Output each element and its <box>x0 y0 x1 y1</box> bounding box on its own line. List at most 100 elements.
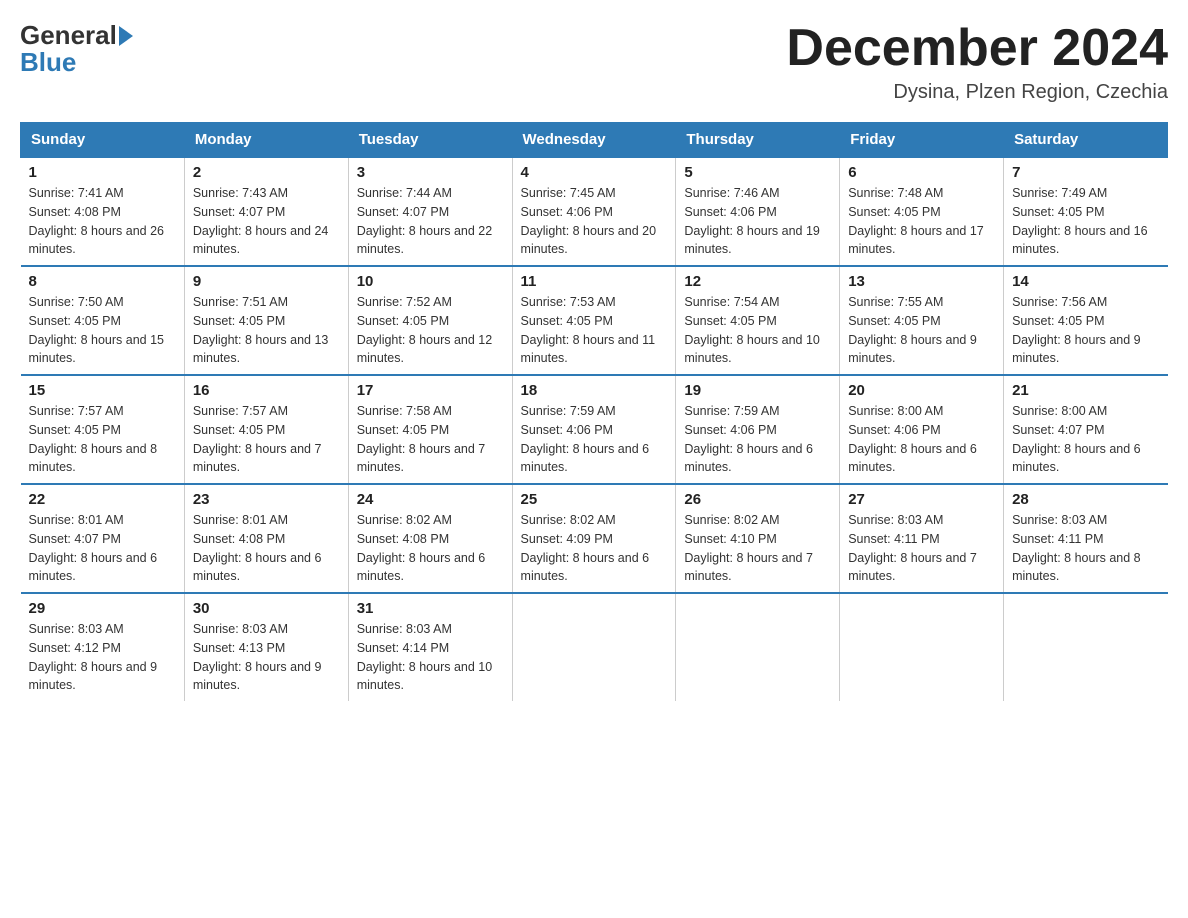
day-number: 16 <box>193 382 340 399</box>
day-number: 26 <box>684 491 831 508</box>
calendar-week-4: 22 Sunrise: 8:01 AMSunset: 4:07 PMDaylig… <box>21 484 1168 593</box>
day-info: Sunrise: 8:01 AMSunset: 4:08 PMDaylight:… <box>193 513 322 583</box>
day-info: Sunrise: 8:02 AMSunset: 4:10 PMDaylight:… <box>684 513 813 583</box>
header-monday: Monday <box>184 123 348 158</box>
header-tuesday: Tuesday <box>348 123 512 158</box>
calendar-cell: 21 Sunrise: 8:00 AMSunset: 4:07 PMDaylig… <box>1004 375 1168 484</box>
calendar-cell: 25 Sunrise: 8:02 AMSunset: 4:09 PMDaylig… <box>512 484 676 593</box>
logo: General Blue <box>20 20 135 78</box>
location-text: Dysina, Plzen Region, Czechia <box>786 81 1168 104</box>
day-info: Sunrise: 7:41 AMSunset: 4:08 PMDaylight:… <box>29 186 165 256</box>
calendar-cell: 11 Sunrise: 7:53 AMSunset: 4:05 PMDaylig… <box>512 266 676 375</box>
day-number: 10 <box>357 273 504 290</box>
day-number: 13 <box>848 273 995 290</box>
calendar-week-5: 29 Sunrise: 8:03 AMSunset: 4:12 PMDaylig… <box>21 593 1168 701</box>
calendar-cell: 19 Sunrise: 7:59 AMSunset: 4:06 PMDaylig… <box>676 375 840 484</box>
day-info: Sunrise: 7:59 AMSunset: 4:06 PMDaylight:… <box>684 404 813 474</box>
day-number: 7 <box>1012 164 1159 181</box>
calendar-week-1: 1 Sunrise: 7:41 AMSunset: 4:08 PMDayligh… <box>21 157 1168 266</box>
calendar-cell: 27 Sunrise: 8:03 AMSunset: 4:11 PMDaylig… <box>840 484 1004 593</box>
calendar-week-3: 15 Sunrise: 7:57 AMSunset: 4:05 PMDaylig… <box>21 375 1168 484</box>
calendar-cell: 1 Sunrise: 7:41 AMSunset: 4:08 PMDayligh… <box>21 157 185 266</box>
calendar-cell: 22 Sunrise: 8:01 AMSunset: 4:07 PMDaylig… <box>21 484 185 593</box>
day-number: 14 <box>1012 273 1159 290</box>
title-block: December 2024 Dysina, Plzen Region, Czec… <box>786 20 1168 104</box>
header-wednesday: Wednesday <box>512 123 676 158</box>
calendar-cell: 16 Sunrise: 7:57 AMSunset: 4:05 PMDaylig… <box>184 375 348 484</box>
day-number: 22 <box>29 491 176 508</box>
calendar-cell: 31 Sunrise: 8:03 AMSunset: 4:14 PMDaylig… <box>348 593 512 701</box>
day-info: Sunrise: 7:54 AMSunset: 4:05 PMDaylight:… <box>684 295 820 365</box>
calendar-cell: 20 Sunrise: 8:00 AMSunset: 4:06 PMDaylig… <box>840 375 1004 484</box>
day-number: 12 <box>684 273 831 290</box>
calendar-cell: 28 Sunrise: 8:03 AMSunset: 4:11 PMDaylig… <box>1004 484 1168 593</box>
month-title: December 2024 <box>786 20 1168 77</box>
day-number: 31 <box>357 600 504 617</box>
day-number: 25 <box>521 491 668 508</box>
day-number: 9 <box>193 273 340 290</box>
calendar-cell: 4 Sunrise: 7:45 AMSunset: 4:06 PMDayligh… <box>512 157 676 266</box>
calendar-cell <box>676 593 840 701</box>
day-info: Sunrise: 7:50 AMSunset: 4:05 PMDaylight:… <box>29 295 165 365</box>
calendar-cell: 3 Sunrise: 7:44 AMSunset: 4:07 PMDayligh… <box>348 157 512 266</box>
calendar-cell: 17 Sunrise: 7:58 AMSunset: 4:05 PMDaylig… <box>348 375 512 484</box>
day-info: Sunrise: 8:01 AMSunset: 4:07 PMDaylight:… <box>29 513 158 583</box>
calendar-cell: 13 Sunrise: 7:55 AMSunset: 4:05 PMDaylig… <box>840 266 1004 375</box>
day-info: Sunrise: 8:02 AMSunset: 4:08 PMDaylight:… <box>357 513 486 583</box>
header-thursday: Thursday <box>676 123 840 158</box>
page-header: General Blue December 2024 Dysina, Plzen… <box>20 20 1168 104</box>
day-info: Sunrise: 8:03 AMSunset: 4:11 PMDaylight:… <box>1012 513 1141 583</box>
day-number: 20 <box>848 382 995 399</box>
calendar-cell <box>1004 593 1168 701</box>
calendar-table: SundayMondayTuesdayWednesdayThursdayFrid… <box>20 122 1168 701</box>
day-info: Sunrise: 8:02 AMSunset: 4:09 PMDaylight:… <box>521 513 650 583</box>
day-info: Sunrise: 8:00 AMSunset: 4:07 PMDaylight:… <box>1012 404 1141 474</box>
calendar-cell: 18 Sunrise: 7:59 AMSunset: 4:06 PMDaylig… <box>512 375 676 484</box>
day-info: Sunrise: 8:03 AMSunset: 4:13 PMDaylight:… <box>193 622 322 692</box>
day-info: Sunrise: 7:48 AMSunset: 4:05 PMDaylight:… <box>848 186 984 256</box>
calendar-cell: 30 Sunrise: 8:03 AMSunset: 4:13 PMDaylig… <box>184 593 348 701</box>
day-number: 19 <box>684 382 831 399</box>
day-info: Sunrise: 8:03 AMSunset: 4:12 PMDaylight:… <box>29 622 158 692</box>
header-saturday: Saturday <box>1004 123 1168 158</box>
day-info: Sunrise: 7:59 AMSunset: 4:06 PMDaylight:… <box>521 404 650 474</box>
calendar-cell: 15 Sunrise: 7:57 AMSunset: 4:05 PMDaylig… <box>21 375 185 484</box>
day-info: Sunrise: 7:57 AMSunset: 4:05 PMDaylight:… <box>29 404 158 474</box>
day-number: 23 <box>193 491 340 508</box>
day-info: Sunrise: 7:46 AMSunset: 4:06 PMDaylight:… <box>684 186 820 256</box>
day-info: Sunrise: 7:58 AMSunset: 4:05 PMDaylight:… <box>357 404 486 474</box>
day-number: 11 <box>521 273 668 290</box>
day-info: Sunrise: 7:55 AMSunset: 4:05 PMDaylight:… <box>848 295 977 365</box>
day-info: Sunrise: 8:03 AMSunset: 4:14 PMDaylight:… <box>357 622 493 692</box>
calendar-cell: 8 Sunrise: 7:50 AMSunset: 4:05 PMDayligh… <box>21 266 185 375</box>
day-info: Sunrise: 7:53 AMSunset: 4:05 PMDaylight:… <box>521 295 656 365</box>
day-info: Sunrise: 7:45 AMSunset: 4:06 PMDaylight:… <box>521 186 657 256</box>
day-info: Sunrise: 7:52 AMSunset: 4:05 PMDaylight:… <box>357 295 493 365</box>
day-number: 29 <box>29 600 176 617</box>
calendar-cell <box>840 593 1004 701</box>
day-number: 3 <box>357 164 504 181</box>
calendar-cell: 5 Sunrise: 7:46 AMSunset: 4:06 PMDayligh… <box>676 157 840 266</box>
header-friday: Friday <box>840 123 1004 158</box>
logo-blue-text: Blue <box>20 47 76 77</box>
day-number: 6 <box>848 164 995 181</box>
day-info: Sunrise: 7:56 AMSunset: 4:05 PMDaylight:… <box>1012 295 1141 365</box>
day-number: 24 <box>357 491 504 508</box>
logo-arrow-icon <box>119 26 133 46</box>
day-number: 18 <box>521 382 668 399</box>
day-info: Sunrise: 7:49 AMSunset: 4:05 PMDaylight:… <box>1012 186 1148 256</box>
calendar-cell: 10 Sunrise: 7:52 AMSunset: 4:05 PMDaylig… <box>348 266 512 375</box>
day-number: 8 <box>29 273 176 290</box>
day-number: 1 <box>29 164 176 181</box>
day-info: Sunrise: 7:51 AMSunset: 4:05 PMDaylight:… <box>193 295 329 365</box>
calendar-cell: 12 Sunrise: 7:54 AMSunset: 4:05 PMDaylig… <box>676 266 840 375</box>
calendar-cell: 29 Sunrise: 8:03 AMSunset: 4:12 PMDaylig… <box>21 593 185 701</box>
calendar-cell <box>512 593 676 701</box>
calendar-week-2: 8 Sunrise: 7:50 AMSunset: 4:05 PMDayligh… <box>21 266 1168 375</box>
day-info: Sunrise: 7:44 AMSunset: 4:07 PMDaylight:… <box>357 186 493 256</box>
day-number: 28 <box>1012 491 1159 508</box>
calendar-cell: 23 Sunrise: 8:01 AMSunset: 4:08 PMDaylig… <box>184 484 348 593</box>
day-number: 27 <box>848 491 995 508</box>
calendar-cell: 2 Sunrise: 7:43 AMSunset: 4:07 PMDayligh… <box>184 157 348 266</box>
day-number: 15 <box>29 382 176 399</box>
